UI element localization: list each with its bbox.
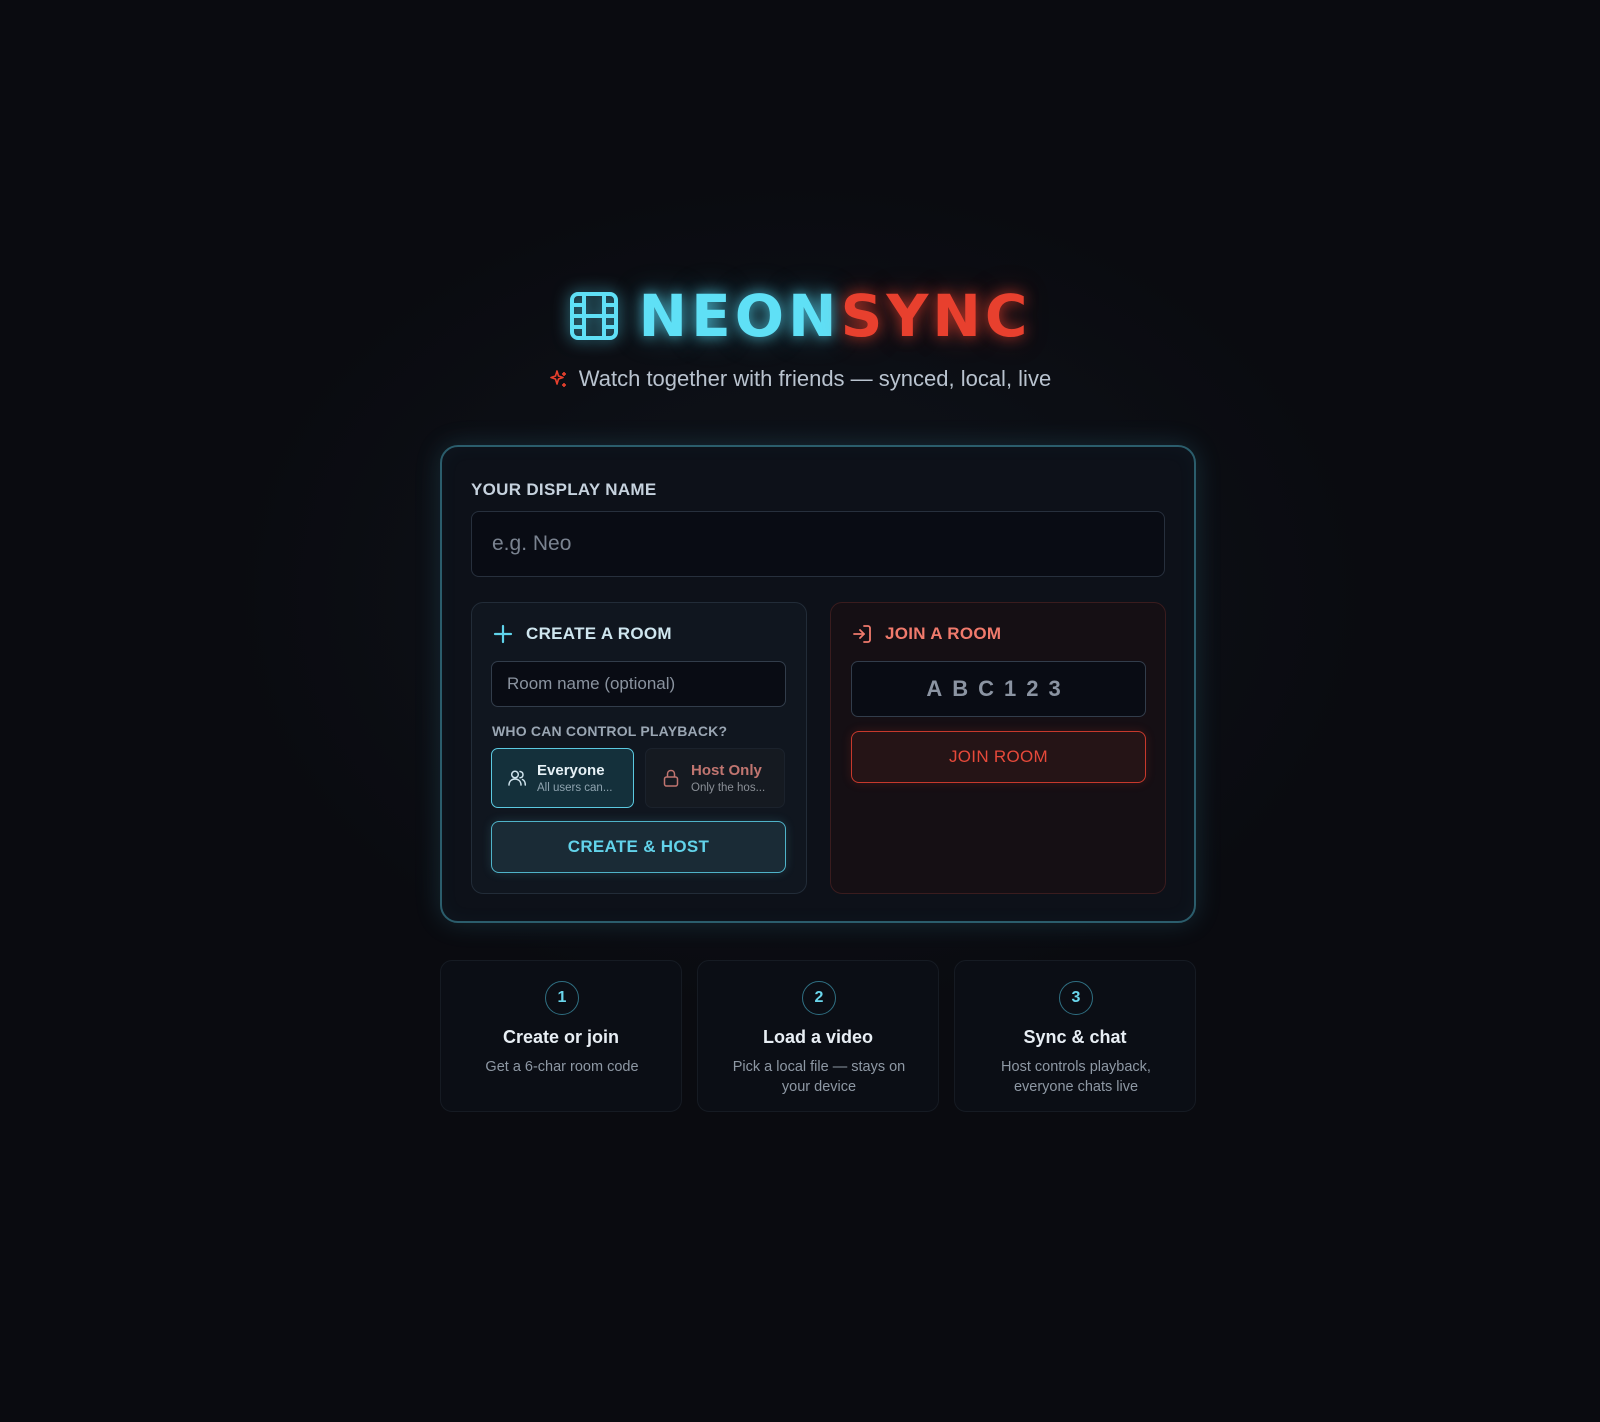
display-name-input[interactable] — [471, 511, 1165, 577]
step-number: 3 — [1059, 981, 1093, 1015]
room-code-input[interactable] — [851, 661, 1146, 717]
step-description: Pick a local file — stays on your device — [732, 1059, 906, 1095]
lock-icon — [663, 769, 679, 787]
step-card: 1 Create or join Get a 6-char room code — [440, 960, 682, 1112]
room-name-input[interactable] — [491, 661, 786, 707]
brand-wordmark: NEONSYNC — [639, 286, 1032, 346]
film-icon — [569, 292, 618, 340]
plus-icon — [493, 624, 513, 644]
playback-option-host-text: Host Only Only the hos... — [691, 762, 765, 794]
create-room-header: CREATE A ROOM — [492, 623, 672, 645]
playback-option-everyone[interactable]: Everyone All users can... — [491, 748, 634, 808]
brand-header: NEONSYNC — [0, 286, 1600, 346]
display-name-label: YOUR DISPLAY NAME — [471, 480, 657, 499]
tagline: Watch together with friends — synced, lo… — [0, 366, 1600, 392]
login-arrow-icon — [853, 625, 871, 643]
tagline-text: Watch together with friends — synced, lo… — [578, 366, 1052, 391]
option-title: Host Only — [691, 762, 762, 779]
option-subtitle: All users can... — [537, 782, 613, 794]
create-room-title: CREATE A ROOM — [526, 624, 672, 643]
playback-option-everyone-text: Everyone All users can... — [537, 762, 612, 794]
join-room-title: JOIN A ROOM — [885, 624, 1002, 643]
step-title: Sync & chat — [1023, 1027, 1127, 1047]
landing-page: NEONSYNC Watch together with friends — s… — [0, 0, 1600, 1422]
step-title: Load a video — [762, 1027, 874, 1047]
step-number: 1 — [545, 981, 579, 1015]
option-subtitle: Only the hos... — [691, 782, 766, 794]
step-number: 2 — [802, 981, 836, 1015]
playback-control-label: WHO CAN CONTROL PLAYBACK? — [492, 723, 728, 739]
step-title: Create or join — [502, 1027, 620, 1047]
create-and-host-button[interactable]: CREATE & HOST — [491, 821, 786, 873]
playback-option-host-only[interactable]: Host Only Only the hos... — [645, 748, 785, 808]
step-description: Get a 6-char room code — [485, 1059, 639, 1075]
join-room-header: JOIN A ROOM — [851, 623, 1001, 645]
join-room-panel: JOIN A ROOM JOIN ROOM — [830, 602, 1166, 894]
step-description: Host controls playback, everyone chats l… — [1001, 1059, 1151, 1095]
create-room-panel: CREATE A ROOM WHO CAN CONTROL PLAYBACK? … — [471, 602, 807, 894]
how-it-works-steps: 1 Create or join Get a 6-char room code … — [440, 960, 1196, 1112]
join-room-button[interactable]: JOIN ROOM — [851, 731, 1146, 783]
room-card: YOUR DISPLAY NAME CREATE A ROOM WHO CAN … — [440, 445, 1196, 923]
users-icon — [508, 770, 527, 786]
option-title: Everyone — [537, 762, 605, 779]
step-card: 2 Load a video Pick a local file — stays… — [697, 960, 939, 1112]
sparkle-icon — [549, 370, 566, 387]
brand-name-sync: SYNC — [840, 282, 1032, 350]
step-card: 3 Sync & chat Host controls playback, ev… — [954, 960, 1196, 1112]
brand-name-neon: NEON — [638, 282, 841, 350]
